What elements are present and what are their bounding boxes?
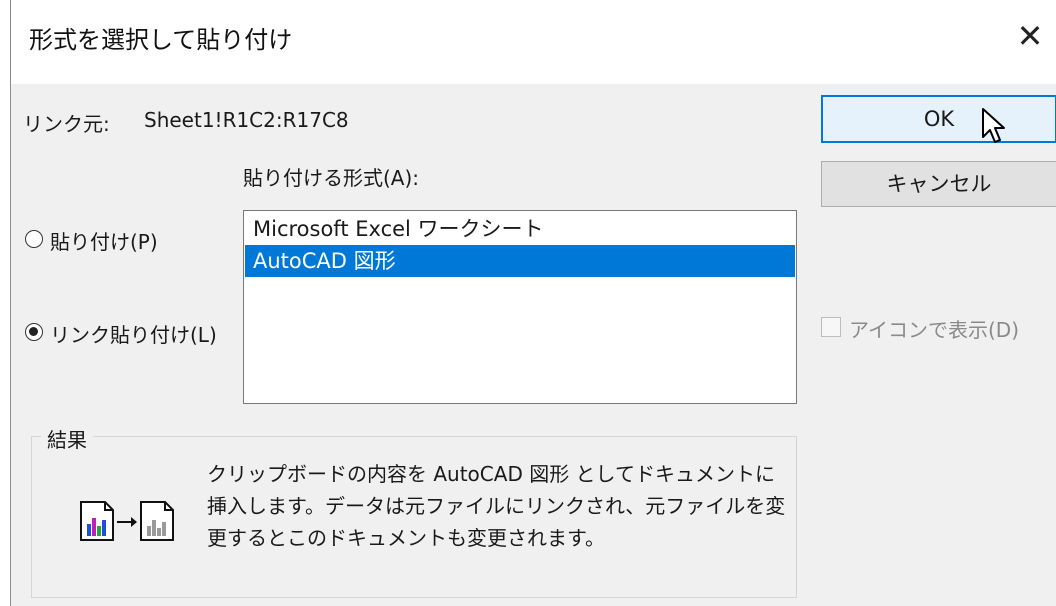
ok-button[interactable]: OK <box>821 95 1056 143</box>
paste-link-icon <box>79 500 183 546</box>
radio-paste-link-label[interactable]: リンク貼り付け(L) <box>50 319 217 348</box>
title-bar: 形式を選択して貼り付け ✕ <box>11 0 1056 84</box>
list-item[interactable]: Microsoft Excel ワークシート <box>245 213 795 245</box>
result-description: クリップボードの内容を AutoCAD 図形 としてドキュメントに挿入します。デ… <box>207 462 786 550</box>
dialog-title: 形式を選択して貼り付け <box>29 26 293 54</box>
radio-paste-label[interactable]: 貼り付け(P) <box>50 226 158 255</box>
radio-selected-dot <box>29 327 38 336</box>
format-listbox[interactable]: Microsoft Excel ワークシート AutoCAD 図形 <box>243 210 797 404</box>
paste-special-dialog: 形式を選択して貼り付け ✕ リンク元: Sheet1!R1C2:R17C8 貼り… <box>10 0 1056 606</box>
format-list-label: 貼り付ける形式(A): <box>243 166 420 190</box>
radio-paste-link-circle[interactable] <box>25 323 43 341</box>
cancel-button[interactable]: キャンセル <box>821 161 1056 207</box>
close-icon[interactable]: ✕ <box>1008 14 1052 58</box>
display-as-icon-label[interactable]: アイコンで表示(D) <box>849 314 1019 343</box>
source-value: Sheet1!R1C2:R17C8 <box>144 108 349 132</box>
result-group-label: 結果 <box>41 424 93 453</box>
mouse-cursor-icon <box>981 107 1007 149</box>
list-item-selected[interactable]: AutoCAD 図形 <box>245 245 795 277</box>
radio-paste-circle[interactable] <box>25 230 43 248</box>
source-label: リンク元: <box>23 112 110 136</box>
display-as-icon-checkbox[interactable] <box>821 317 841 337</box>
